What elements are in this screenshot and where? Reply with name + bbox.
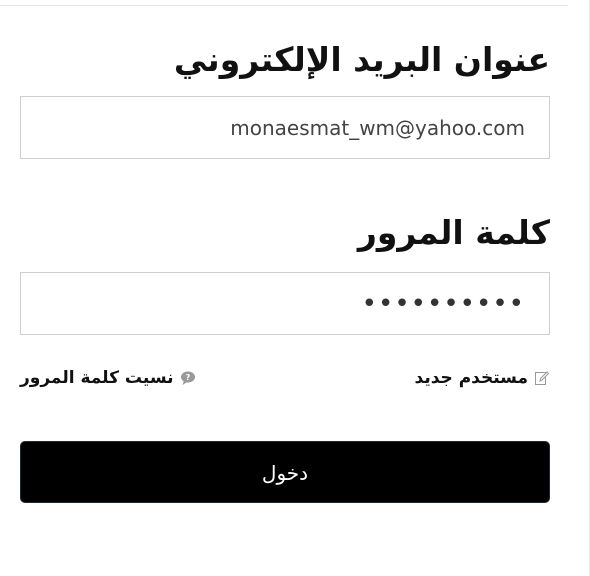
forgot-password-link[interactable]: ? نسيت كلمة المرور [20, 368, 196, 388]
password-label: كلمة المرور [357, 213, 550, 252]
edit-icon [534, 370, 550, 386]
new-user-link[interactable]: مستخدم جديد [415, 368, 551, 388]
forgot-password-label: نسيت كلمة المرور [20, 368, 174, 388]
svg-text:?: ? [185, 373, 190, 382]
form-links-row: مستخدم جديد ? نسيت كلمة المرور [20, 368, 550, 394]
password-field[interactable] [20, 272, 550, 335]
top-divider [0, 5, 568, 6]
email-label: عنوان البريد الإلكتروني [173, 40, 550, 79]
login-button[interactable]: دخول [20, 441, 550, 503]
email-field[interactable] [20, 96, 550, 159]
new-user-label: مستخدم جديد [414, 368, 529, 388]
speech-bubble-icon: ? [180, 370, 196, 386]
